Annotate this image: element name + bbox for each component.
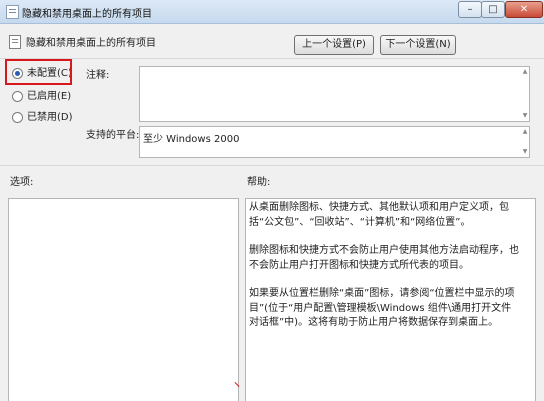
header-divider — [0, 58, 544, 59]
options-panel — [8, 198, 239, 401]
scroll-down-icon[interactable]: ▼ — [521, 112, 529, 120]
minimize-button[interactable]: – — [458, 1, 482, 18]
platform-value: 至少 Windows 2000 — [143, 134, 240, 145]
radio-button[interactable] — [12, 90, 23, 102]
scroll-up-icon[interactable]: ▲ — [521, 68, 529, 76]
radio-label-enabled: 已启用(E) — [27, 91, 72, 102]
policy-title: 隐藏和禁用桌面上的所有项目 — [26, 38, 156, 49]
comment-label: 注释: — [86, 70, 110, 81]
help-label: 帮助: — [247, 177, 271, 188]
radio-enabled[interactable]: 已启用(E) — [12, 89, 71, 105]
options-label: 选项: — [10, 177, 34, 188]
title-bar[interactable]: 隐藏和禁用桌面上的所有项目 – □ ✕ — [0, 0, 544, 24]
highlight-box — [5, 59, 72, 85]
platform-label: 支持的平台: — [86, 130, 140, 141]
platform-field: 至少 Windows 2000 ▲ ▼ — [139, 126, 530, 158]
comment-textarea[interactable]: ▲ ▼ — [139, 66, 530, 122]
scroll-down-icon[interactable]: ▼ — [521, 148, 529, 156]
maximize-button[interactable]: □ — [481, 1, 505, 18]
platform-scrollbar[interactable]: ▲ ▼ — [521, 127, 529, 157]
comment-scrollbar[interactable]: ▲ ▼ — [521, 67, 529, 121]
radio-button[interactable] — [12, 111, 23, 123]
help-paragraph: 删除图标和快捷方式不会防止用户使用其他方法启动程序，也不会防止用户打开图标和快捷… — [249, 245, 519, 271]
window-title: 隐藏和禁用桌面上的所有项目 — [22, 9, 152, 20]
close-button[interactable]: ✕ — [505, 1, 543, 18]
radio-label-disabled: 已禁用(D) — [27, 112, 73, 123]
radio-disabled[interactable]: 已禁用(D) — [12, 110, 73, 126]
section-divider — [0, 165, 544, 166]
scroll-up-icon[interactable]: ▲ — [521, 128, 529, 136]
help-paragraph: 如果要从位置栏删除“桌面”图标，请参阅“位置栏中显示的项目”(位于“用户配置\管… — [249, 288, 515, 328]
policy-document-icon — [6, 5, 19, 19]
policy-setting-icon — [9, 35, 21, 49]
help-paragraph: 从桌面删除图标、快捷方式、其他默认项和用户定义项，包括“公文包”、“回收站”、“… — [249, 202, 509, 228]
next-setting-button[interactable]: 下一个设置(N) — [380, 35, 456, 55]
help-text: 从桌面删除图标、快捷方式、其他默认项和用户定义项，包括“公文包”、“回收站”、“… — [249, 201, 519, 345]
previous-setting-button[interactable]: 上一个设置(P) — [294, 35, 374, 55]
help-panel: 从桌面删除图标、快捷方式、其他默认项和用户定义项，包括“公文包”、“回收站”、“… — [245, 198, 536, 401]
